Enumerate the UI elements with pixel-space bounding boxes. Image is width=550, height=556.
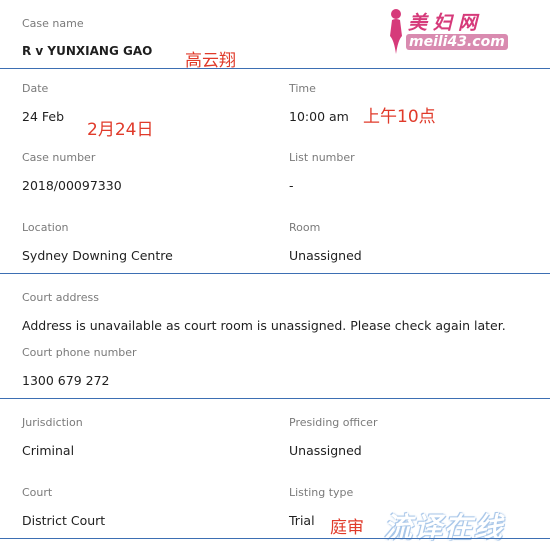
listing-type-annotation: 庭审 bbox=[330, 518, 364, 538]
jurisdiction-value: Criminal bbox=[22, 443, 75, 458]
listing-type-label: Listing type bbox=[289, 486, 354, 499]
court-label: Court bbox=[22, 486, 53, 499]
watermark-site-name: 美妇网 bbox=[408, 12, 484, 34]
location-value: Sydney Downing Centre bbox=[22, 248, 173, 263]
date-annotation: 2月24日 bbox=[87, 120, 154, 140]
list-number-label: List number bbox=[289, 151, 355, 164]
watermark-logo: 美妇网 meili43.com bbox=[382, 6, 547, 58]
court-value: District Court bbox=[22, 513, 106, 528]
date-label: Date bbox=[22, 82, 49, 95]
watermark-site-url: meili43.com bbox=[406, 34, 508, 50]
jurisdiction-label: Jurisdiction bbox=[22, 416, 83, 429]
case-number-value: 2018/00097330 bbox=[22, 178, 122, 193]
list-number-value: - bbox=[289, 178, 294, 193]
room-label: Room bbox=[289, 221, 321, 234]
court-address-value: Address is unavailable as court room is … bbox=[22, 318, 506, 333]
divider bbox=[0, 273, 550, 274]
time-annotation: 上午10点 bbox=[363, 107, 436, 127]
time-value: 10:00 am bbox=[289, 109, 349, 124]
case-number-label: Case number bbox=[22, 151, 96, 164]
listing-type-value: Trial bbox=[289, 513, 315, 528]
divider bbox=[0, 398, 550, 399]
court-address-label: Court address bbox=[22, 291, 99, 304]
room-value: Unassigned bbox=[289, 248, 362, 263]
date-value: 24 Feb bbox=[22, 109, 65, 124]
presiding-officer-label: Presiding officer bbox=[289, 416, 378, 429]
case-name-label: Case name bbox=[22, 17, 84, 30]
presiding-officer-value: Unassigned bbox=[289, 443, 362, 458]
case-name-value: R v YUNXIANG GAO bbox=[22, 44, 153, 58]
time-label: Time bbox=[289, 82, 316, 95]
location-label: Location bbox=[22, 221, 69, 234]
divider bbox=[0, 68, 550, 69]
watermark-bottom-text: 流译在线 bbox=[384, 511, 505, 544]
divider bbox=[0, 538, 550, 539]
court-phone-label: Court phone number bbox=[22, 346, 137, 359]
court-phone-value: 1300 679 272 bbox=[22, 373, 110, 388]
